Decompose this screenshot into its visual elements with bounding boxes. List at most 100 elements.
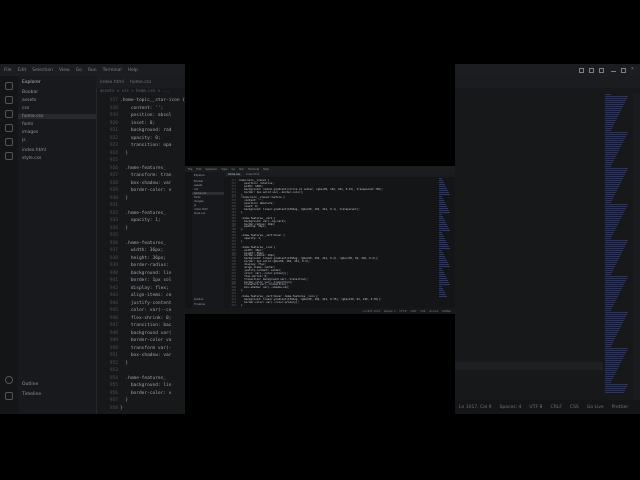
tab[interactable]: home.css bbox=[226, 173, 242, 176]
minimap-line bbox=[605, 290, 621, 291]
minimap-line bbox=[439, 296, 447, 297]
minimap-line bbox=[605, 156, 616, 157]
tab[interactable]: index.html bbox=[100, 80, 124, 85]
tab[interactable]: home.css bbox=[130, 80, 151, 85]
center-code-area[interactable]: .home-hero__visual { position: relative;… bbox=[238, 178, 438, 308]
right-status-bar: Ln 1017, Col 9 Spaces: 4 UTF-8 CRLF CSS Go Li… bbox=[455, 400, 640, 414]
status-item[interactable]: UTF-8 bbox=[399, 310, 406, 313]
explorer-item[interactable]: Timeline bbox=[194, 303, 205, 306]
layout-icon[interactable] bbox=[589, 68, 594, 73]
close-icon[interactable]: × bbox=[631, 67, 636, 72]
search-icon[interactable] bbox=[5, 96, 13, 104]
menu-item[interactable]: Go bbox=[76, 68, 82, 73]
line-number: 951 bbox=[109, 353, 118, 358]
menu-item[interactable]: Run bbox=[239, 168, 244, 171]
explorer-item[interactable]: images bbox=[194, 200, 203, 203]
minimap-line bbox=[605, 364, 620, 365]
status-item[interactable]: CSS bbox=[421, 310, 426, 313]
explorer-section[interactable]: Timeline bbox=[22, 392, 41, 397]
minimap-line bbox=[605, 320, 624, 321]
code-line: align-items: ce bbox=[120, 293, 172, 298]
status-item[interactable]: CRLF bbox=[551, 405, 562, 410]
gear-icon[interactable] bbox=[5, 392, 13, 400]
explorer-item[interactable]: fonts bbox=[194, 196, 201, 199]
minimap-line bbox=[605, 264, 616, 265]
layout-icon[interactable] bbox=[579, 68, 584, 73]
explorer-item[interactable]: assets bbox=[22, 98, 36, 103]
run-debug-icon[interactable] bbox=[5, 124, 13, 132]
status-item[interactable]: Go Live bbox=[429, 310, 438, 313]
explorer-item[interactable]: Outline bbox=[194, 298, 203, 301]
explorer-item[interactable]: css bbox=[22, 106, 29, 111]
menu-item[interactable]: Run bbox=[88, 68, 97, 73]
minimap-line bbox=[605, 260, 618, 261]
explorer-item[interactable]: index.html bbox=[22, 148, 46, 153]
menu-item[interactable]: Terminal bbox=[248, 168, 259, 171]
explorer-item[interactable]: js bbox=[22, 138, 26, 143]
explorer-item[interactable]: fonts bbox=[22, 122, 33, 127]
minimap-line bbox=[605, 310, 611, 311]
explorer-item[interactable]: style.css bbox=[22, 156, 41, 161]
menu-item[interactable]: Help bbox=[263, 168, 269, 171]
minimap-line bbox=[605, 220, 620, 221]
minimap-line bbox=[439, 294, 446, 295]
minimap-line bbox=[605, 358, 623, 359]
status-item[interactable]: Ln 1017, Col 9 bbox=[363, 310, 380, 313]
explorer-item[interactable]: home.css bbox=[18, 114, 96, 119]
minimap-line bbox=[605, 304, 614, 305]
menu-item[interactable]: Edit bbox=[18, 68, 27, 73]
menu-item[interactable]: View bbox=[59, 68, 70, 73]
explorer-item[interactable]: index.html bbox=[194, 208, 208, 211]
status-item[interactable]: Go Live bbox=[587, 405, 604, 410]
account-icon[interactable] bbox=[5, 376, 13, 384]
status-item[interactable]: Ln 1017, Col 9 bbox=[459, 405, 492, 410]
right-minimap[interactable] bbox=[603, 94, 633, 404]
explorer-item[interactable]: images bbox=[22, 130, 38, 135]
layout-icon[interactable] bbox=[599, 68, 604, 73]
source-control-icon[interactable] bbox=[5, 110, 13, 118]
right-titlebar: × bbox=[455, 64, 640, 76]
status-item[interactable]: Spaces: 4 bbox=[500, 405, 522, 410]
explorer-item[interactable]: Boobar bbox=[22, 90, 38, 95]
menu-item[interactable]: Help bbox=[128, 68, 138, 73]
explorer-item[interactable]: js bbox=[194, 204, 196, 207]
tab[interactable]: index.html bbox=[246, 173, 259, 176]
minimize-icon[interactable] bbox=[611, 71, 616, 72]
menu-item[interactable]: Selection bbox=[32, 68, 53, 73]
menu-item[interactable]: File bbox=[188, 168, 192, 171]
remote-icon[interactable] bbox=[5, 152, 13, 160]
explorer-item[interactable]: home.css bbox=[192, 192, 224, 195]
explorer-item[interactable]: Boobar bbox=[194, 180, 203, 183]
extensions-icon[interactable] bbox=[5, 138, 13, 146]
menu-item[interactable]: Edit bbox=[196, 168, 201, 171]
code-line: border-color: v bbox=[120, 188, 172, 193]
minimap-line bbox=[605, 378, 613, 379]
explorer-section[interactable]: Outline bbox=[22, 382, 38, 387]
explorer-item[interactable]: style.css bbox=[194, 212, 205, 215]
minimap-line bbox=[605, 296, 618, 297]
minimap-line bbox=[439, 282, 449, 283]
status-item[interactable]: CRLF bbox=[410, 310, 416, 313]
maximize-icon[interactable] bbox=[621, 68, 626, 73]
explorer-item[interactable]: css bbox=[194, 188, 198, 191]
status-item[interactable]: Spaces: 4 bbox=[384, 310, 396, 313]
right-scrollbar[interactable] bbox=[633, 94, 640, 404]
menu-item[interactable]: View bbox=[221, 168, 227, 171]
explorer-item[interactable]: Explorer bbox=[194, 174, 205, 177]
status-item[interactable]: CSS bbox=[570, 405, 579, 410]
status-item[interactable]: Prettier bbox=[612, 405, 629, 410]
menu-item[interactable]: Terminal bbox=[103, 68, 122, 73]
status-item[interactable]: Prettier bbox=[442, 310, 451, 313]
status-item[interactable]: UTF-8 bbox=[529, 405, 542, 410]
line-number: 922 bbox=[109, 135, 118, 141]
minimap-line bbox=[605, 216, 622, 217]
left-code-area[interactable]: .home-topic__star-icon { content: ''; po… bbox=[120, 96, 185, 414]
minimap-line bbox=[439, 190, 448, 191]
menu-item[interactable]: Go bbox=[231, 168, 235, 171]
explorer-item[interactable]: assets bbox=[194, 184, 202, 187]
code-line: flex-shrink: 0; bbox=[120, 315, 172, 321]
menu-item[interactable]: Selection bbox=[205, 168, 217, 171]
menu-item[interactable]: File bbox=[4, 68, 12, 73]
center-minimap[interactable] bbox=[438, 178, 450, 308]
files-icon[interactable] bbox=[5, 82, 13, 90]
